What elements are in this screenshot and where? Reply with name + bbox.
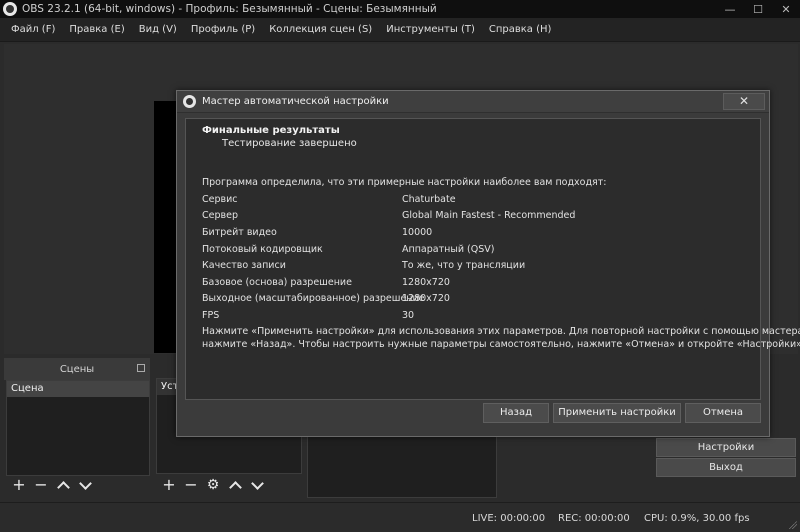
status-bar: LIVE: 00:00:00 REC: 00:00:00 CPU: 0.9%, … <box>0 502 800 532</box>
result-value: 1280x720 <box>402 276 450 288</box>
dialog-footer: Назад Применить настройки Отмена <box>177 401 769 435</box>
results-table: Сервис Chaturbate Сервер Global Main Fas… <box>202 191 742 324</box>
result-row-base-resolution: Базовое (основа) разрешение 1280x720 <box>202 274 742 291</box>
add-scene-icon[interactable]: + <box>10 476 28 494</box>
result-value: 1280x720 <box>402 293 450 305</box>
cpu-status: CPU: 0.9%, 30.00 fps <box>644 513 750 524</box>
dialog-close-button[interactable]: ✕ <box>723 93 765 110</box>
rec-status: REC: 00:00:00 <box>558 513 630 524</box>
result-value: Chaturbate <box>402 193 456 205</box>
move-down-icon[interactable] <box>248 476 266 494</box>
result-label: Базовое (основа) разрешение <box>202 276 352 288</box>
move-down-icon[interactable] <box>76 476 94 494</box>
settings-button[interactable]: Настройки <box>656 438 796 457</box>
auto-config-wizard-dialog: Мастер автоматической настройки ✕ Финаль… <box>176 90 800 437</box>
window-titlebar: OBS 23.2.1 (64-bit, windows) - Профиль: … <box>0 0 800 18</box>
results-note-line: нажмите «Назад». Чтобы настроить нужные … <box>202 339 800 350</box>
results-heading: Финальные результаты <box>202 125 340 136</box>
window-title: OBS 23.2.1 (64-bit, windows) - Профиль: … <box>22 3 437 15</box>
live-status: LIVE: 00:00:00 <box>472 513 546 524</box>
menu-tools[interactable]: Инструменты (T) <box>379 24 482 35</box>
results-intro: Программа определила, что эти примерные … <box>202 177 607 188</box>
result-label: FPS <box>202 309 220 321</box>
undock-icon[interactable] <box>137 364 145 372</box>
menu-edit[interactable]: Правка (E) <box>62 24 131 35</box>
scene-item[interactable]: Сцена <box>7 381 149 397</box>
cancel-button[interactable]: Отмена <box>685 403 761 423</box>
move-up-icon[interactable] <box>226 476 244 494</box>
dock-toolbars: + − + − ⚙ <box>0 474 800 498</box>
obs-logo-icon <box>3 2 17 16</box>
apply-settings-button[interactable]: Применить настройки <box>553 403 681 423</box>
dialog-titlebar: Мастер автоматической настройки ✕ <box>177 91 769 113</box>
minimize-icon[interactable]: — <box>716 0 744 18</box>
menu-scene-collection[interactable]: Коллекция сцен (S) <box>262 24 379 35</box>
maximize-icon[interactable]: ☐ <box>744 0 772 18</box>
result-value: Аппаратный (QSV) <box>402 243 495 255</box>
dialog-title: Мастер автоматической настройки <box>202 96 389 107</box>
menu-bar: Файл (F) Правка (E) Вид (V) Профиль (P) … <box>0 18 800 42</box>
result-row-recording-quality: Качество записи То же, что у трансляции <box>202 257 742 274</box>
remove-scene-icon[interactable]: − <box>32 476 50 494</box>
menu-profile[interactable]: Профиль (P) <box>184 24 262 35</box>
add-source-icon[interactable]: + <box>160 476 178 494</box>
result-row-service: Сервис Chaturbate <box>202 191 742 208</box>
result-label: Сервер <box>202 210 238 222</box>
result-row-output-resolution: Выходное (масштабированное) разрешение 1… <box>202 291 742 308</box>
result-row-fps: FPS 30 <box>202 307 742 324</box>
menu-help[interactable]: Справка (H) <box>482 24 559 35</box>
scenes-toolbar: + − <box>10 476 94 494</box>
result-value: То же, что у трансляции <box>402 260 526 272</box>
result-label: Битрейт видео <box>202 226 277 238</box>
result-label: Сервис <box>202 193 238 205</box>
scenes-list[interactable]: Сцена <box>6 380 150 476</box>
result-label: Выходное (масштабированное) разрешение <box>202 293 425 305</box>
resize-grip-icon[interactable] <box>787 519 797 529</box>
move-up-icon[interactable] <box>54 476 72 494</box>
window-controls: — ☐ ✕ <box>716 0 800 18</box>
dialog-body: Финальные результаты Тестирование заверш… <box>185 118 800 400</box>
result-value: Global Main Fastest - Recommended <box>402 210 576 222</box>
gear-icon[interactable]: ⚙ <box>204 476 222 494</box>
result-row-encoder: Потоковый кодировщик Аппаратный (QSV) <box>202 241 742 258</box>
result-row-server: Сервер Global Main Fastest - Recommended <box>202 208 742 225</box>
remove-source-icon[interactable]: − <box>182 476 200 494</box>
obs-logo-icon <box>183 95 196 108</box>
scenes-dock-title: Сцены <box>59 363 95 375</box>
result-row-bitrate: Битрейт видео 10000 <box>202 224 742 241</box>
result-label: Потоковый кодировщик <box>202 243 323 255</box>
menu-view[interactable]: Вид (V) <box>132 24 184 35</box>
result-value: 30 <box>402 309 415 321</box>
menu-file[interactable]: Файл (F) <box>4 24 62 35</box>
close-icon[interactable]: ✕ <box>772 0 800 18</box>
results-note-line: Нажмите «Применить настройки» для исполь… <box>202 326 800 337</box>
back-button[interactable]: Назад <box>483 403 549 423</box>
results-subheading: Тестирование завершено <box>222 138 357 149</box>
scenes-dock-header: Сцены <box>4 358 150 380</box>
sources-toolbar: + − ⚙ <box>160 476 266 494</box>
results-note: Нажмите «Применить настройки» для исполь… <box>202 325 800 351</box>
result-label: Качество записи <box>202 260 286 272</box>
result-value: 10000 <box>402 226 433 238</box>
